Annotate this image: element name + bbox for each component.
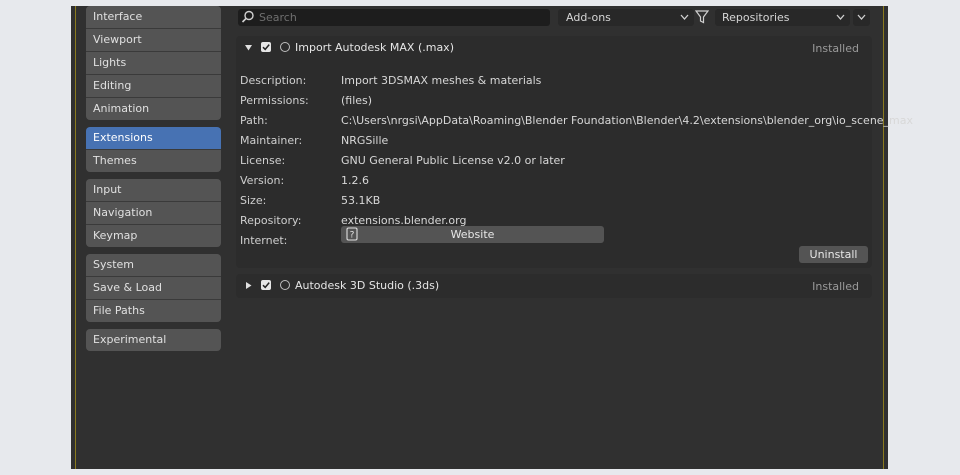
addon-enable-checkbox[interactable]	[261, 280, 271, 290]
version-label: Version:	[240, 174, 285, 187]
svg-text:?: ?	[350, 231, 355, 241]
license-label: License:	[240, 154, 286, 167]
window-edge-right	[883, 6, 884, 469]
repositories-dropdown[interactable]: Repositories	[715, 9, 850, 26]
sidebar-item-input[interactable]: Input	[86, 179, 221, 202]
category-dropdown[interactable]: Add-ons	[558, 9, 694, 26]
internet-label: Internet:	[240, 234, 288, 247]
website-button-label: Website	[450, 228, 495, 241]
permissions-label: Permissions:	[240, 94, 309, 107]
maintainer-value: NRGSille	[341, 134, 389, 147]
permissions-value: (files)	[341, 94, 373, 107]
addon-radio-icon[interactable]	[280, 42, 290, 52]
help-icon: ?	[346, 227, 358, 246]
triangle-down-icon[interactable]	[244, 42, 253, 55]
sidebar-group-extensions: Extensions Themes	[86, 127, 221, 172]
sidebar-item-navigation[interactable]: Navigation	[86, 202, 221, 225]
extensions-toolbar: Search Add-ons Repositories	[238, 6, 872, 30]
sidebar-item-animation[interactable]: Animation	[86, 98, 221, 120]
description-value: Import 3DSMAX meshes & materials	[341, 74, 542, 87]
sidebar-item-editing[interactable]: Editing	[86, 75, 221, 98]
sidebar-item-save-load[interactable]: Save & Load	[86, 277, 221, 300]
addon-radio-icon[interactable]	[280, 280, 290, 290]
addon-header[interactable]: Autodesk 3D Studio (.3ds) Installed	[236, 274, 872, 298]
sidebar-item-keymap[interactable]: Keymap	[86, 225, 221, 247]
sidebar-item-interface[interactable]: Interface	[86, 6, 221, 29]
search-placeholder: Search	[259, 11, 297, 24]
preferences-window: Interface Viewport Lights Editing Animat…	[71, 6, 913, 469]
addon-status: Installed	[812, 280, 859, 293]
repository-label: Repository:	[240, 214, 302, 227]
triangle-right-icon[interactable]	[244, 280, 253, 293]
addon-header[interactable]: Import Autodesk MAX (.max) Installed	[236, 36, 872, 60]
chevron-down-icon	[857, 9, 866, 29]
addon-name: Autodesk 3D Studio (.3ds)	[295, 279, 440, 292]
path-value: C:\Users\nrgsi\AppData\Roaming\Blender F…	[341, 114, 914, 127]
filter-icon[interactable]	[694, 10, 710, 27]
addon-name: Import Autodesk MAX (.max)	[295, 41, 454, 54]
sidebar-item-system[interactable]: System	[86, 254, 221, 277]
addon-panel-import-max: Import Autodesk MAX (.max) Installed Des…	[236, 36, 913, 268]
sidebar-group-input: Input Navigation Keymap	[86, 179, 221, 247]
category-dropdown-label: Add-ons	[566, 11, 611, 24]
sidebar-group-display: Interface Viewport Lights Editing Animat…	[86, 6, 221, 120]
window-edge-left	[75, 6, 76, 469]
search-icon	[241, 10, 255, 27]
uninstall-button[interactable]: Uninstall	[799, 246, 868, 263]
description-label: Description:	[240, 74, 307, 87]
sidebar-item-viewport[interactable]: Viewport	[86, 29, 221, 52]
sidebar-item-themes[interactable]: Themes	[86, 150, 221, 172]
repositories-dropdown-label: Repositories	[722, 11, 790, 24]
sidebar-item-lights[interactable]: Lights	[86, 52, 221, 75]
sidebar-group-experimental: Experimental	[86, 329, 221, 351]
chevron-down-icon	[836, 9, 845, 31]
maintainer-label: Maintainer:	[240, 134, 303, 147]
chevron-down-icon	[680, 9, 689, 31]
sidebar-item-file-paths[interactable]: File Paths	[86, 300, 221, 322]
sidebar-item-extensions[interactable]: Extensions	[86, 127, 221, 150]
size-value: 53.1KB	[341, 194, 381, 207]
license-value: GNU General Public License v2.0 or later	[341, 154, 565, 167]
search-input[interactable]: Search	[238, 9, 550, 26]
size-label: Size:	[240, 194, 267, 207]
path-label: Path:	[240, 114, 268, 127]
website-button[interactable]: ? Website	[341, 226, 604, 243]
sidebar: Interface Viewport Lights Editing Animat…	[86, 6, 221, 358]
sidebar-item-experimental[interactable]: Experimental	[86, 329, 221, 351]
version-value: 1.2.6	[341, 174, 369, 187]
addon-enable-checkbox[interactable]	[261, 42, 271, 52]
options-menu-button[interactable]	[853, 9, 870, 26]
addon-panel-3ds: Autodesk 3D Studio (.3ds) Installed	[236, 274, 872, 298]
addon-status: Installed	[812, 42, 859, 55]
sidebar-group-system: System Save & Load File Paths	[86, 254, 221, 322]
